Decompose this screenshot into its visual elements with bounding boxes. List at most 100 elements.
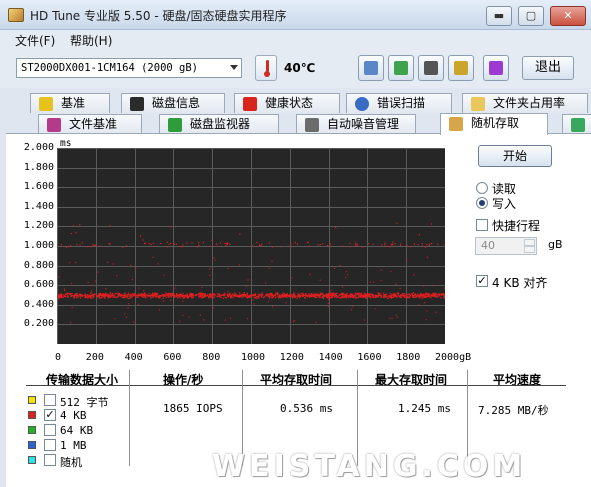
data-point [321, 293, 324, 295]
x-tick-label: 1600 [357, 352, 382, 363]
ops-value: 1865 IOPS [163, 402, 223, 415]
data-point [317, 244, 319, 246]
data-point [79, 297, 82, 299]
menu-file[interactable]: 文件(F) [15, 32, 55, 49]
data-point [148, 243, 150, 245]
data-point [222, 297, 225, 299]
size-checkbox[interactable] [44, 424, 56, 436]
tab-file-benchmark[interactable]: 文件基准 [38, 114, 142, 134]
data-point [421, 245, 423, 247]
data-point [246, 292, 248, 294]
watermark-text: WEISTANG.COM [212, 449, 527, 484]
data-point [224, 296, 226, 298]
spinner-down-icon[interactable] [524, 246, 535, 253]
data-point [380, 295, 383, 297]
data-point [181, 295, 184, 297]
short-stroke-spinner[interactable]: 40 [475, 237, 537, 255]
data-point [79, 224, 81, 226]
drive-select[interactable]: ST2000DX001-1CM164 (2000 gB) [16, 58, 242, 78]
download-button[interactable] [483, 55, 509, 81]
data-point [351, 293, 353, 295]
data-point [143, 292, 145, 294]
data-point [291, 277, 293, 279]
data-point [353, 296, 356, 298]
data-point [127, 307, 129, 309]
screenshot-button[interactable] [418, 55, 444, 81]
drive-select-value: ST2000DX001-1CM164 (2000 gB) [21, 62, 199, 74]
tab-health[interactable]: 健康状态 [234, 93, 340, 113]
data-point [239, 292, 241, 294]
minimize-button[interactable]: ▬ [486, 6, 512, 26]
data-point [292, 295, 295, 297]
tab-benchmark[interactable]: 基准 [30, 93, 110, 113]
data-point [166, 293, 168, 295]
data-point [127, 293, 130, 295]
data-point [129, 293, 131, 295]
data-point [377, 292, 380, 294]
data-point [217, 293, 219, 295]
data-point [305, 295, 307, 297]
data-point [282, 296, 284, 298]
tab-disk-info[interactable]: 磁盘信息 [121, 93, 225, 113]
data-point [362, 246, 364, 248]
data-point [204, 293, 206, 296]
data-point [246, 318, 248, 320]
data-point [234, 295, 237, 297]
menu-help[interactable]: 帮助(H) [70, 32, 112, 49]
data-point [189, 295, 191, 297]
write-label: 写入 [492, 197, 517, 211]
start-button[interactable]: 开始 [478, 145, 552, 167]
size-checkbox[interactable]: ✓ [44, 409, 56, 421]
data-point [71, 293, 73, 295]
size-checkbox[interactable] [44, 454, 56, 466]
data-point [423, 296, 426, 298]
data-point [280, 294, 282, 296]
data-point [306, 295, 309, 297]
data-point [357, 296, 360, 298]
data-point [380, 280, 382, 282]
tab-folder-usage[interactable]: 文件夹占用率 [462, 93, 588, 113]
camera-icon [424, 61, 438, 75]
data-point [150, 243, 152, 246]
data-point [333, 296, 336, 298]
data-point [203, 319, 205, 321]
folder-icon [471, 97, 485, 111]
exit-button[interactable]: 退出 [522, 56, 574, 80]
write-radio[interactable] [476, 197, 488, 209]
tab-disk-monitor[interactable]: 磁盘监视器 [159, 114, 279, 134]
data-point [152, 296, 154, 298]
tab-error-scan[interactable]: 错误扫描 [346, 93, 452, 113]
data-point [208, 268, 211, 270]
close-button[interactable]: ✕ [550, 6, 586, 26]
data-point [302, 294, 304, 296]
y-tick-label: 1.800 [23, 161, 54, 173]
short-stroke-checkbox[interactable] [476, 219, 488, 231]
short-stroke-value: 40 [481, 239, 495, 252]
size-checkbox[interactable] [44, 394, 56, 406]
x-tick-label: 0 [55, 352, 62, 363]
data-point [325, 296, 328, 298]
maximize-button[interactable]: ▢ [518, 6, 544, 26]
chevron-down-icon[interactable] [230, 65, 238, 70]
tab-more[interactable] [562, 114, 591, 134]
data-point [76, 295, 79, 297]
tab-noise-management[interactable]: 自动噪音管理 [296, 114, 416, 134]
tab-random-access[interactable]: 随机存取 [440, 113, 548, 135]
data-point [392, 244, 394, 246]
options-button[interactable] [448, 55, 474, 81]
extra-tab-icon [571, 118, 585, 132]
copy-info-button[interactable] [358, 55, 384, 81]
read-radio[interactable] [476, 182, 488, 194]
data-point [323, 295, 326, 297]
spinner-up-icon[interactable] [524, 239, 535, 246]
data-point [302, 292, 304, 294]
data-point [209, 274, 211, 276]
data-point [209, 295, 212, 297]
data-point [202, 294, 204, 296]
speaker-icon [305, 118, 319, 132]
data-point [423, 295, 425, 297]
data-point [311, 293, 313, 295]
size-checkbox[interactable] [44, 439, 56, 451]
align-4kb-checkbox[interactable]: ✓ [476, 275, 488, 287]
copy-screen-button[interactable] [388, 55, 414, 81]
